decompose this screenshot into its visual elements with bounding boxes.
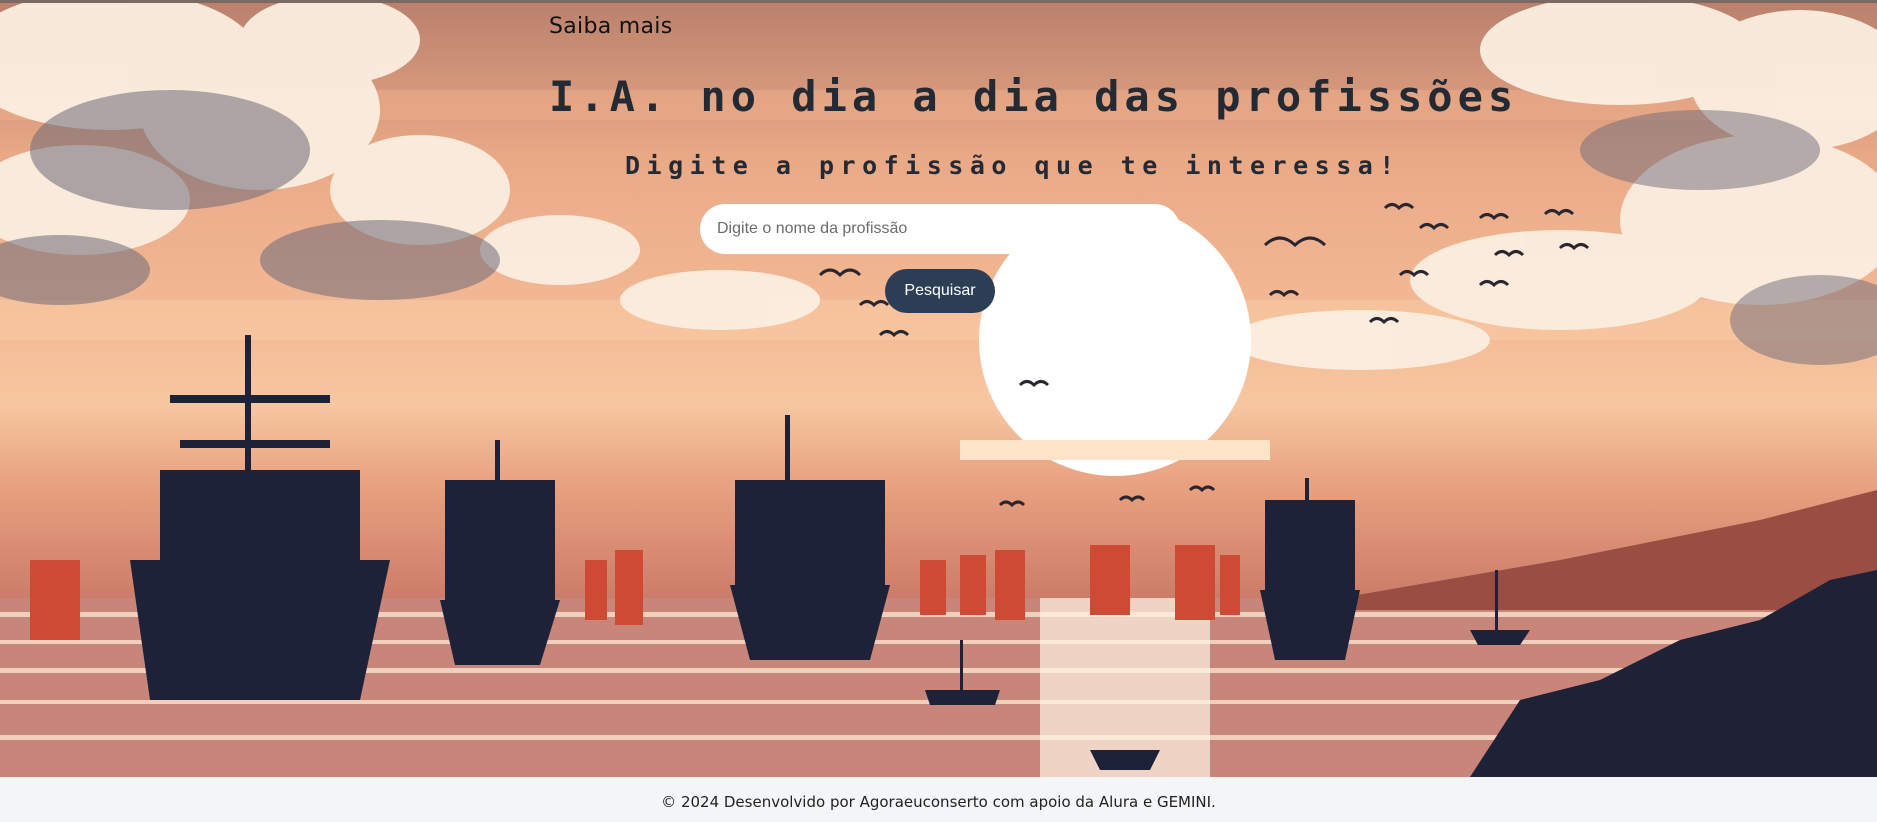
saiba-mais-link[interactable]: Saiba mais: [549, 14, 672, 39]
top-border-line: [0, 0, 1877, 3]
hero-section: Saiba mais I.A. no dia a dia das profiss…: [0, 0, 1877, 777]
page-subtitle: Digite a profissão que te interessa!: [625, 151, 1401, 180]
profession-search-input[interactable]: [700, 204, 1180, 254]
search-button[interactable]: Pesquisar: [885, 269, 995, 313]
footer-text: © 2024 Desenvolvido por Agoraeuconserto …: [661, 793, 1216, 811]
page-title: I.A. no dia a dia das profissões: [549, 72, 1519, 121]
footer: © 2024 Desenvolvido por Agoraeuconserto …: [0, 777, 1877, 822]
